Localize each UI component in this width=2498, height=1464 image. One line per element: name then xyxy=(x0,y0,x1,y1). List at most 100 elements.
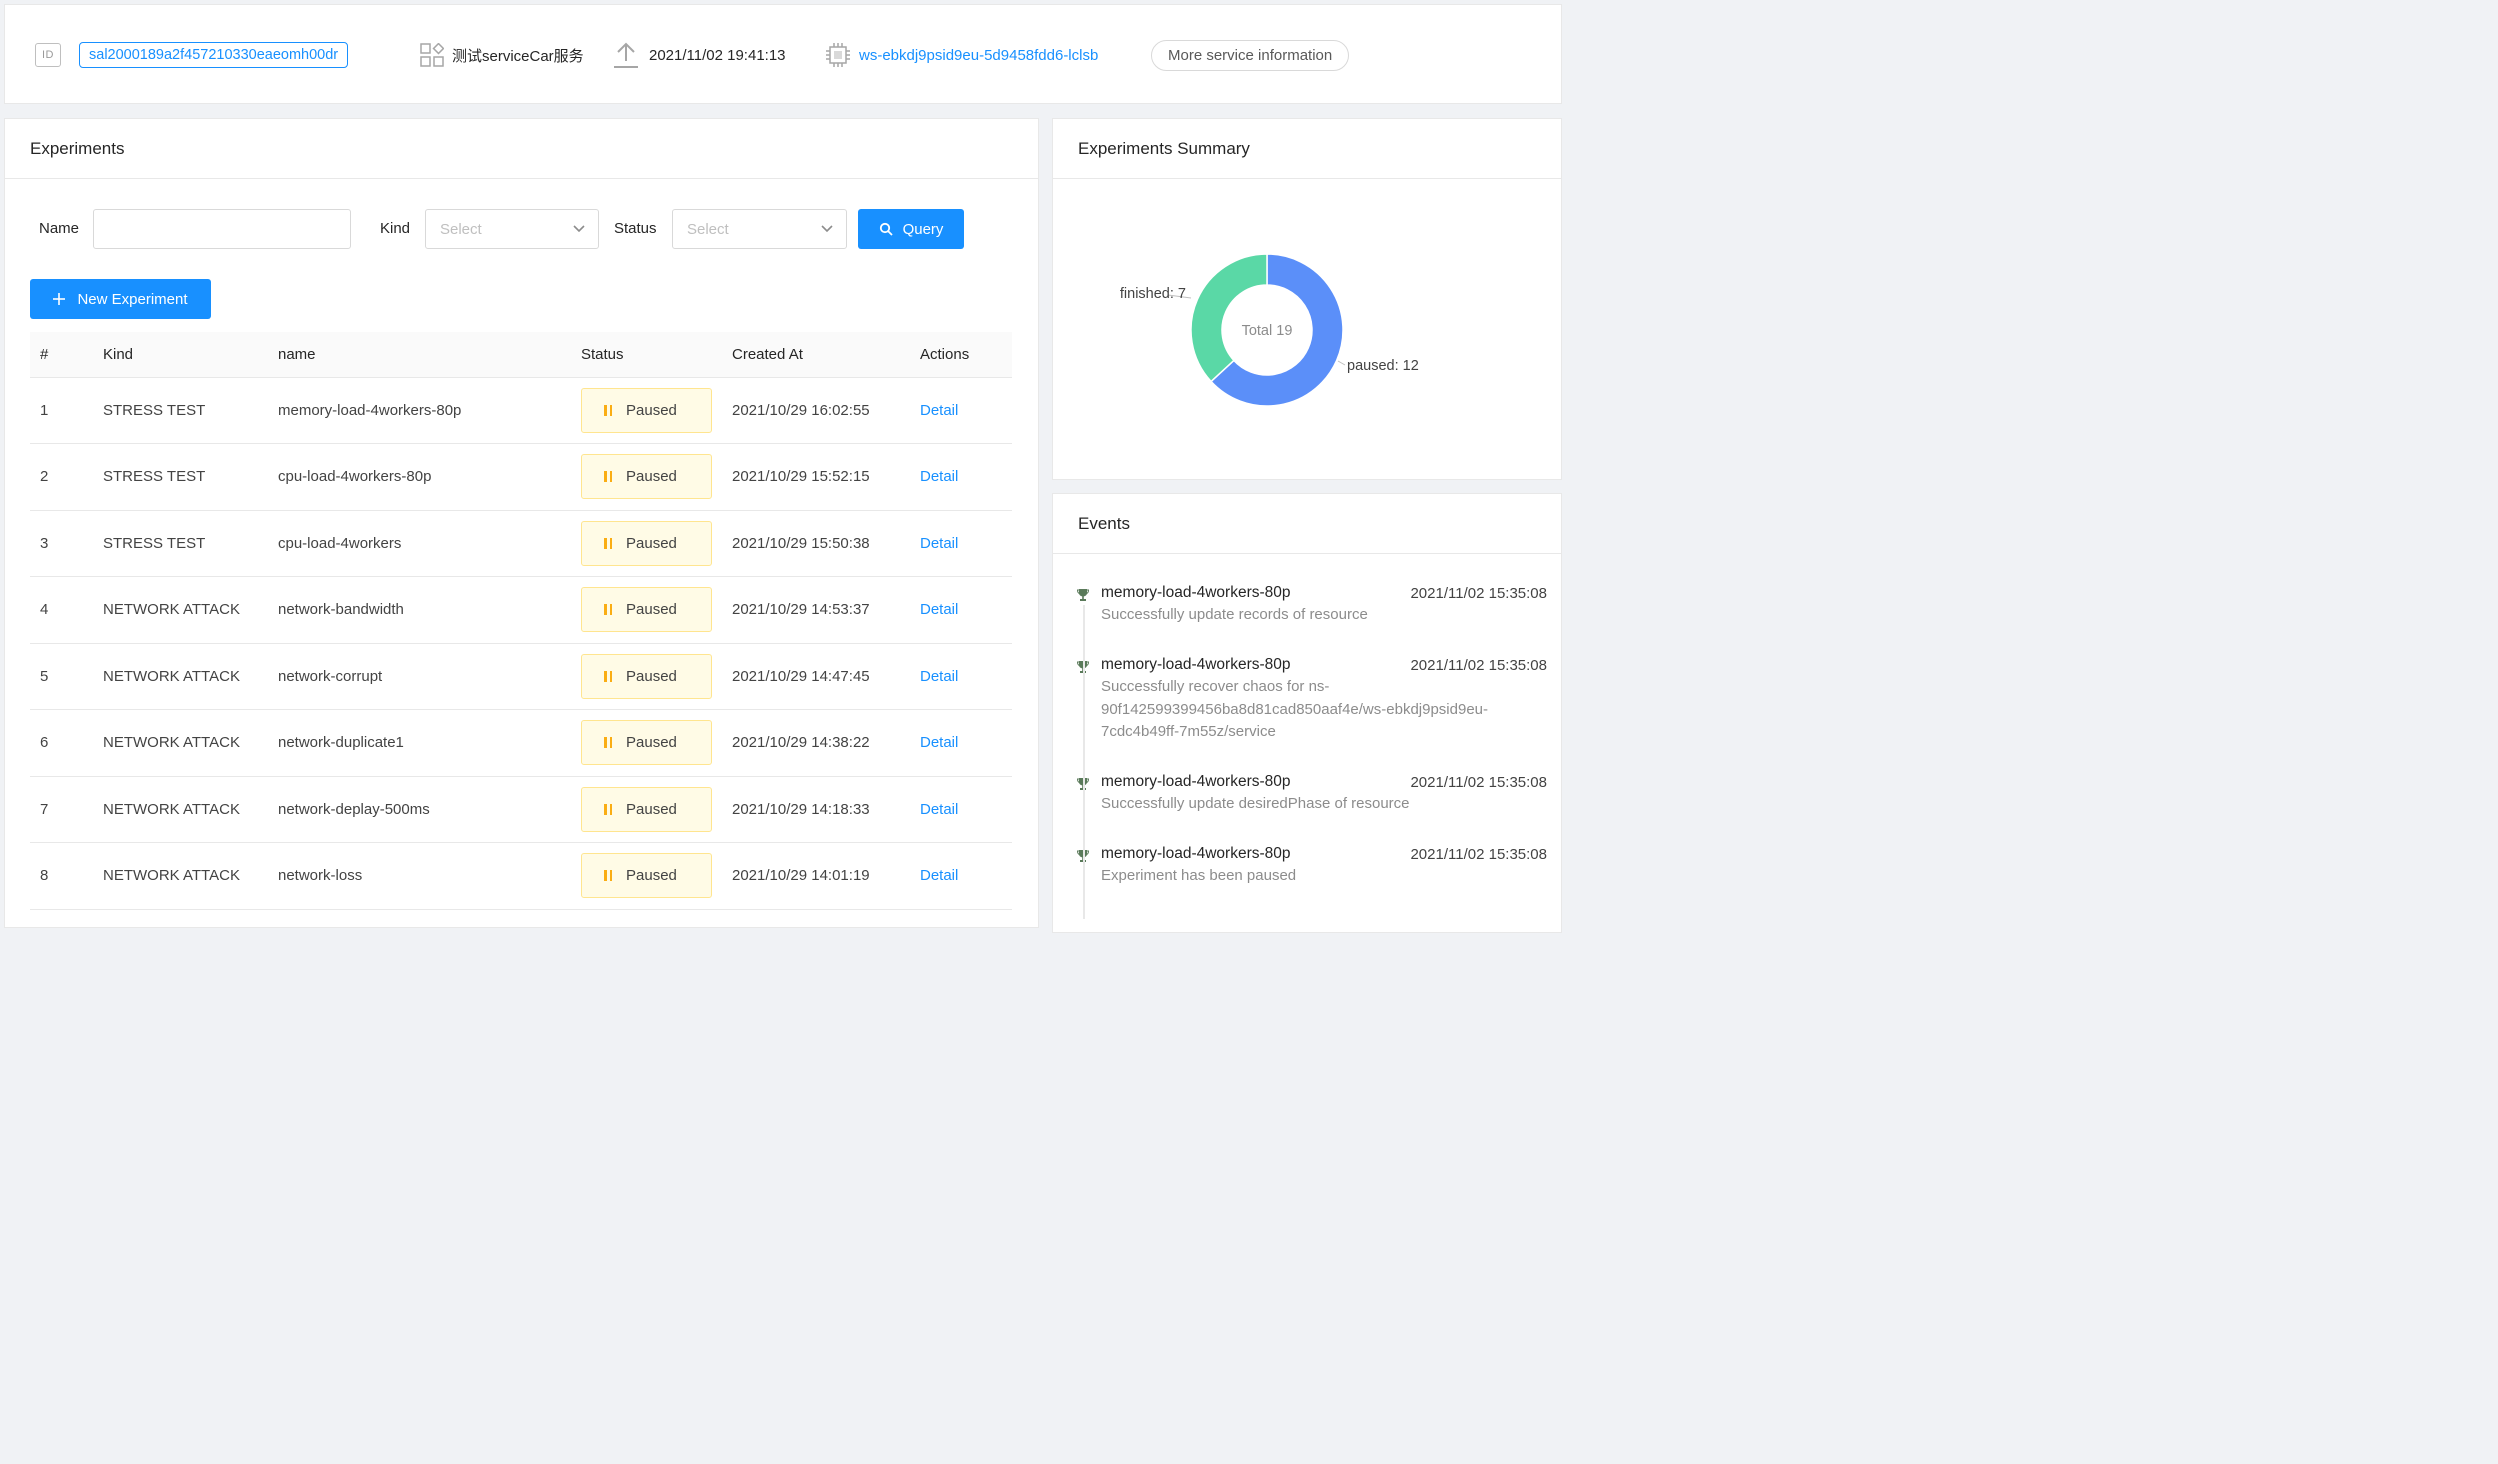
row-actions: Detail xyxy=(920,576,1012,644)
table-row: 1 STRESS TEST memory-load-4workers-80p P… xyxy=(30,377,1012,444)
detail-link[interactable]: Detail xyxy=(920,601,958,618)
row-kind: NETWORK ATTACK xyxy=(103,576,278,644)
event-description: Successfully update desiredPhase of reso… xyxy=(1101,793,1547,816)
row-created-at: 2021/10/29 14:38:22 xyxy=(732,709,920,777)
donut-slice xyxy=(1190,253,1268,383)
service-info-bar: ID sal2000189a2f457210330eaeomh00dr 测试se… xyxy=(4,4,1562,104)
chevron-down-icon xyxy=(573,225,585,233)
more-service-info-button[interactable]: More service information xyxy=(1151,39,1350,71)
detail-link[interactable]: Detail xyxy=(920,668,958,685)
search-icon xyxy=(879,222,893,236)
table-row: 7 NETWORK ATTACK network-deplay-500ms Pa… xyxy=(30,776,1012,843)
pause-icon xyxy=(604,870,612,882)
pause-icon xyxy=(604,404,612,416)
table-row: 5 NETWORK ATTACK network-corrupt Paused … xyxy=(30,643,1012,710)
row-name: network-deplay-500ms xyxy=(278,776,581,843)
service-created-time: 2021/11/02 19:41:13 xyxy=(649,46,786,64)
row-created-at: 2021/10/29 15:52:15 xyxy=(732,443,920,511)
donut-total-label: Total 19 xyxy=(1242,323,1293,339)
donut-slice-label: finished: 7 xyxy=(1120,286,1186,302)
table-row: 3 STRESS TEST cpu-load-4workers Paused 2… xyxy=(30,510,1012,577)
row-status-cell: Paused xyxy=(581,842,732,910)
row-status-cell: Paused xyxy=(581,776,732,843)
event-title: memory-load-4workers-80p xyxy=(1101,845,1291,862)
status-text: Paused xyxy=(626,800,677,818)
event-time: 2021/11/02 15:35:08 xyxy=(1410,584,1547,602)
detail-link[interactable]: Detail xyxy=(920,867,958,884)
status-badge: Paused xyxy=(581,587,712,633)
detail-link[interactable]: Detail xyxy=(920,402,958,419)
event-description: Successfully recover chaos for ns- 90f142… xyxy=(1101,676,1547,744)
col-header-actions: Actions xyxy=(920,332,1012,378)
status-text: Paused xyxy=(626,734,677,752)
detail-link[interactable]: Detail xyxy=(920,535,958,552)
col-header-index: # xyxy=(30,332,103,378)
row-kind: NETWORK ATTACK xyxy=(103,776,278,843)
table-header-row: # Kind name Status Created At Actions xyxy=(30,332,1012,378)
id-icon: ID xyxy=(35,43,61,67)
event-title: memory-load-4workers-80p xyxy=(1101,656,1291,673)
detail-link[interactable]: Detail xyxy=(920,734,958,751)
trophy-icon xyxy=(1077,589,1089,601)
detail-link[interactable]: Detail xyxy=(920,468,958,485)
status-filter-placeholder: Select xyxy=(687,220,729,238)
service-id-tag[interactable]: sal2000189a2f457210330eaeomh00dr xyxy=(79,42,349,68)
row-name: network-corrupt xyxy=(278,643,581,710)
event-item: memory-load-4workers-80p 2021/11/02 15:3… xyxy=(1077,656,1547,744)
pause-icon xyxy=(604,670,612,682)
event-description: Successfully update records of resource xyxy=(1101,604,1547,627)
workspace-link[interactable]: ws-ebkdj9psid9eu-5d9458fdd6-lclsb xyxy=(859,47,1098,64)
status-badge: Paused xyxy=(581,653,712,699)
status-filter-select[interactable]: Select xyxy=(672,209,847,249)
donut-leader-line xyxy=(1337,360,1346,366)
chip-icon xyxy=(826,43,850,67)
row-name: cpu-load-4workers-80p xyxy=(278,443,581,511)
row-actions: Detail xyxy=(920,709,1012,777)
status-badge: Paused xyxy=(581,520,712,566)
row-index: 1 xyxy=(30,377,103,444)
row-created-at: 2021/10/29 14:47:45 xyxy=(732,643,920,710)
status-text: Paused xyxy=(626,534,677,552)
service-name: 测试serviceCar服务 xyxy=(452,47,584,65)
query-button[interactable]: Query xyxy=(858,209,964,249)
event-desc-line: 90f142599399456ba8d81cad850aaf4e/ws-ebkd… xyxy=(1101,700,1488,718)
row-created-at: 2021/10/29 16:02:55 xyxy=(732,377,920,444)
event-title: memory-load-4workers-80p xyxy=(1101,773,1291,790)
event-header: memory-load-4workers-80p 2021/11/02 15:3… xyxy=(1077,584,1547,602)
pause-icon xyxy=(604,803,612,815)
row-name: network-duplicate1 xyxy=(278,709,581,777)
pause-icon xyxy=(604,737,612,749)
events-title: Events xyxy=(1053,494,1561,554)
row-index: 4 xyxy=(30,576,103,644)
kind-filter-label: Kind xyxy=(380,220,411,237)
row-kind: NETWORK ATTACK xyxy=(103,709,278,777)
chevron-down-icon xyxy=(821,225,833,233)
row-created-at: 2021/10/29 14:01:19 xyxy=(732,842,920,910)
name-filter-input[interactable] xyxy=(93,209,351,249)
pause-icon xyxy=(604,604,612,616)
event-time: 2021/11/02 15:35:08 xyxy=(1410,656,1547,674)
table-row: 4 NETWORK ATTACK network-bandwidth Pause… xyxy=(30,576,1012,644)
new-experiment-button[interactable]: New Experiment xyxy=(30,279,211,319)
summary-title: Experiments Summary xyxy=(1053,119,1561,179)
row-actions: Detail xyxy=(920,842,1012,910)
summary-donut-chart: Total 19 finished: 7 paused: 12 xyxy=(1120,253,1419,407)
status-text: Paused xyxy=(626,667,677,685)
detail-link[interactable]: Detail xyxy=(920,801,958,818)
event-desc-line: Successfully recover chaos for ns- xyxy=(1101,678,1330,695)
row-created-at: 2021/10/29 15:50:38 xyxy=(732,510,920,577)
experiments-table: # Kind name Status Created At Actions 1 … xyxy=(30,332,1012,910)
event-header: memory-load-4workers-80p 2021/11/02 15:3… xyxy=(1077,656,1547,674)
col-header-created: Created At xyxy=(732,332,920,378)
row-name: memory-load-4workers-80p xyxy=(278,377,581,444)
col-header-name: name xyxy=(278,332,581,378)
row-status-cell: Paused xyxy=(581,443,732,511)
row-actions: Detail xyxy=(920,443,1012,511)
id-icon-wrap: ID xyxy=(35,5,61,105)
row-created-at: 2021/10/29 14:53:37 xyxy=(732,576,920,644)
experiments-summary-card: Experiments Summary Total 19 finished: 7 p… xyxy=(1052,118,1562,480)
kind-filter-select[interactable]: Select xyxy=(425,209,599,249)
event-desc-line: Successfully update desiredPhase of reso… xyxy=(1101,795,1410,812)
status-badge: Paused xyxy=(581,786,712,832)
status-badge: Paused xyxy=(581,720,712,766)
